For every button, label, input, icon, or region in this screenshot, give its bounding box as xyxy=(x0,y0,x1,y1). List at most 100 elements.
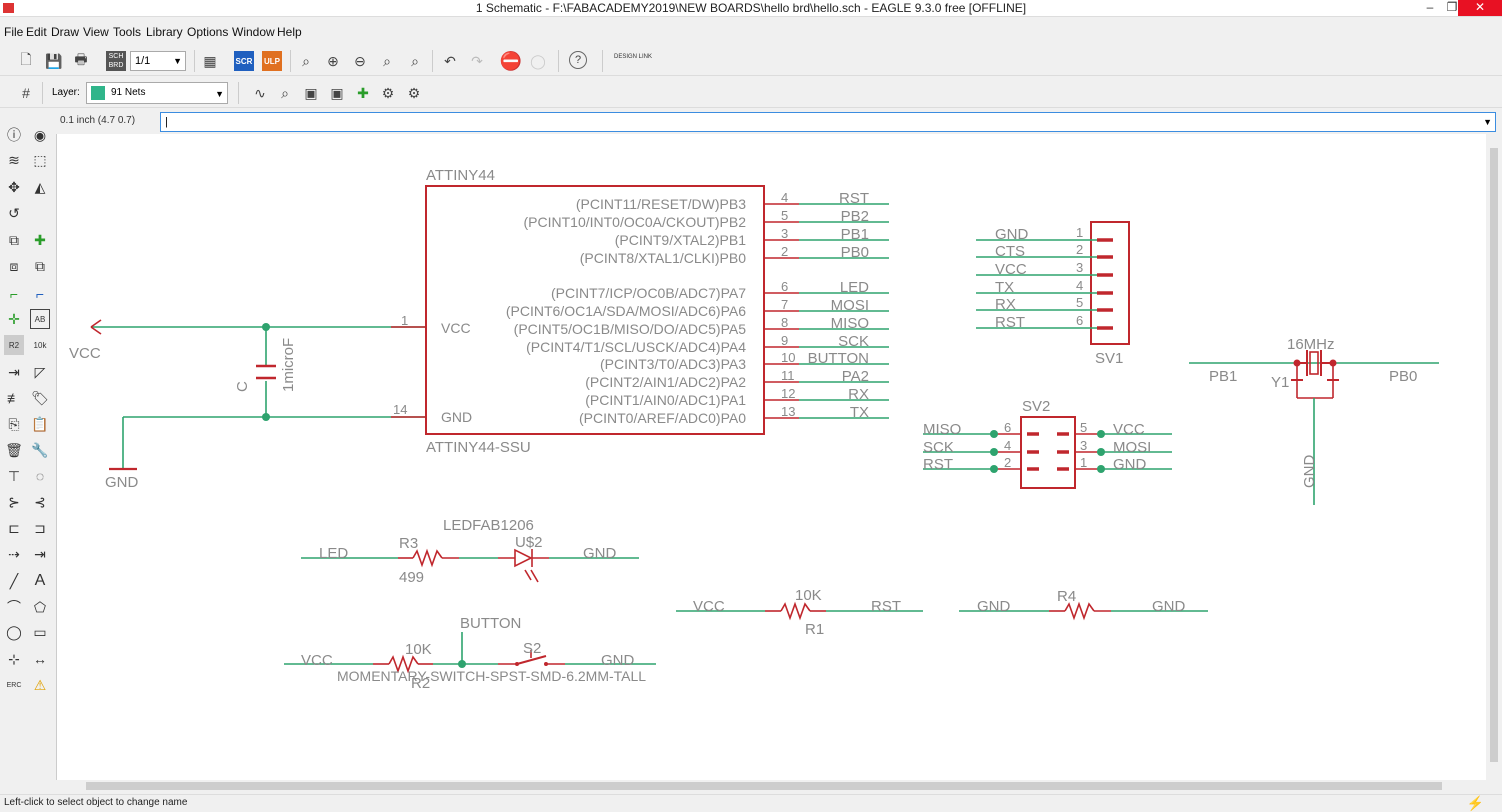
menu-view[interactable]: View xyxy=(83,25,109,39)
horizontal-scroll-thumb[interactable] xyxy=(86,782,1442,790)
add-part-icon[interactable]: ✚ xyxy=(353,83,373,103)
command-line-input[interactable]: | ▼ xyxy=(160,112,1496,132)
smash-icon[interactable]: ◸ xyxy=(30,362,50,382)
text-icon[interactable]: A xyxy=(30,571,50,591)
info-icon[interactable]: ⓘ xyxy=(4,125,24,145)
paint-roller-icon[interactable]: ⊤ xyxy=(4,466,24,486)
menu-draw[interactable]: Draw xyxy=(51,25,79,39)
attiny-pin-num: 12 xyxy=(781,386,795,401)
r1-resistor[interactable] xyxy=(780,601,811,621)
connect-icon[interactable]: ⇥ xyxy=(30,544,50,564)
replace-icon[interactable]: ⧉ xyxy=(30,256,50,276)
vertical-scroll-thumb[interactable] xyxy=(1490,148,1498,762)
button-row-right-net: GND xyxy=(601,652,635,669)
sch-brd-switch-button[interactable]: SCH BRD xyxy=(106,51,126,71)
stop-icon[interactable]: ⛔ xyxy=(500,51,522,71)
menu-library[interactable]: Library xyxy=(146,25,183,39)
print-icon[interactable]: 🖶 xyxy=(71,51,91,71)
sheet-combo[interactable]: 1/1 ▼ xyxy=(130,51,186,71)
menu-help[interactable]: Help xyxy=(277,25,302,39)
layer-combo[interactable]: 91 Nets ▼ xyxy=(86,82,228,104)
slice-icon[interactable]: ⇢ xyxy=(4,544,24,564)
led-diode[interactable] xyxy=(514,548,533,568)
select-rect-icon[interactable]: ⬚ xyxy=(30,150,50,170)
settings-gear-icon[interactable]: ⚙ xyxy=(378,83,398,103)
design-link-button[interactable]: DESIGN LINK xyxy=(614,54,654,61)
wire-style-icon[interactable]: ∿ xyxy=(250,83,270,103)
attribute-tag-icon[interactable]: 🏷 xyxy=(30,388,50,408)
copy-icon[interactable]: ⎘ xyxy=(4,414,24,434)
redo-icon[interactable]: ↷ xyxy=(467,51,487,71)
change-wrench-icon[interactable]: 🔧 xyxy=(30,440,50,460)
value-button[interactable]: 10k xyxy=(30,335,50,355)
paste-icon[interactable]: 📋 xyxy=(30,414,50,434)
move-icon[interactable]: ✥ xyxy=(4,177,24,197)
horizontal-scrollbar[interactable] xyxy=(56,780,1486,792)
script-button[interactable]: SCR xyxy=(234,51,254,71)
miter-icon[interactable]: ⊱ xyxy=(4,492,24,512)
add-icon[interactable]: ✚ xyxy=(30,230,50,250)
menu-window[interactable]: Window xyxy=(232,25,275,39)
magnify-icon[interactable]: ⌕ xyxy=(275,83,295,103)
layer-toolbar: # Layer: 91 Nets ▼ ∿ ⌕ ▣ ▣ ✚ ⚙ ⚙ xyxy=(0,78,1502,108)
group-move-icon[interactable]: ▣ xyxy=(327,83,347,103)
r4-resistor[interactable] xyxy=(1064,601,1095,621)
menu-edit[interactable]: Edit xyxy=(26,25,47,39)
rectangle-icon[interactable]: ▭ xyxy=(30,622,50,642)
copy-part-icon[interactable]: ⧉ xyxy=(4,230,24,250)
attiny-pin-net: BUTTON xyxy=(808,350,869,367)
mark-icon[interactable]: ⊹ xyxy=(4,649,24,669)
zoom-select-icon[interactable]: ⌕ xyxy=(405,51,425,71)
warning-icon[interactable]: ⚠ xyxy=(30,675,50,695)
attiny-name: ATTINY44 xyxy=(426,167,495,184)
button-net: BUTTON xyxy=(460,615,521,632)
help-button[interactable]: ? xyxy=(569,51,587,69)
settings-gear-2-icon[interactable]: ⚙ xyxy=(404,83,424,103)
menu-file[interactable]: File xyxy=(4,25,23,39)
net-icon[interactable]: ⌐ xyxy=(4,284,24,304)
route-icon[interactable]: ⊐ xyxy=(30,518,50,538)
split-wire-icon[interactable]: ⊰ xyxy=(30,492,50,512)
cam-processor-icon[interactable]: ▦ xyxy=(200,51,220,71)
pin-swap-icon[interactable]: ⇥ xyxy=(4,362,24,382)
line-icon[interactable]: ╱ xyxy=(4,571,24,591)
menu-tools[interactable]: Tools xyxy=(113,25,141,39)
zoom-last-icon[interactable]: ⌕ xyxy=(377,51,397,71)
grid-icon[interactable]: # xyxy=(16,83,36,103)
schematic-canvas[interactable]: ATTINY44 ATTINY44-SSU VCC 1 GND 14 VCC G… xyxy=(56,134,1486,780)
erc-button[interactable]: ERC xyxy=(4,675,24,695)
vertical-scrollbar[interactable] xyxy=(1486,134,1502,792)
rotate-icon[interactable]: ↺ xyxy=(4,203,24,223)
circle-icon[interactable]: ◯ xyxy=(4,622,24,642)
close-button[interactable]: ✕ xyxy=(1458,0,1502,16)
layer-label: Layer: xyxy=(52,87,80,98)
delete-icon[interactable]: 🗑 xyxy=(4,440,24,460)
name-button[interactable]: R2 xyxy=(4,335,24,355)
mirror-icon[interactable]: ◭ xyxy=(30,177,50,197)
label-button[interactable]: AB xyxy=(30,309,50,329)
save-icon[interactable]: 💾 xyxy=(44,51,64,71)
zoom-fit-icon[interactable]: ⌕ xyxy=(296,51,316,71)
ulp-button[interactable]: ULP xyxy=(262,51,282,71)
bus-icon[interactable]: ⌐ xyxy=(30,284,50,304)
optimize-icon[interactable]: ◌ xyxy=(30,466,50,486)
dimension-icon[interactable]: ↔ xyxy=(30,649,50,669)
window-title: 1 Schematic - F:\FABACADEMY2019\NEW BOAR… xyxy=(475,1,1027,15)
zoom-in-icon[interactable]: ⊕ xyxy=(323,51,343,71)
arc-icon[interactable]: ⌒ xyxy=(4,597,24,617)
polygon-icon[interactable]: ⬠ xyxy=(30,597,50,617)
zoom-out-icon[interactable]: ⊖ xyxy=(350,51,370,71)
group-icon[interactable]: ▣ xyxy=(301,83,321,103)
gate-swap-icon[interactable]: ≢ xyxy=(4,388,24,408)
split-icon[interactable]: ⧈ xyxy=(4,256,24,276)
layers-icon[interactable]: ≋ xyxy=(4,150,24,170)
menu-options[interactable]: Options xyxy=(187,25,228,39)
go-icon[interactable]: ◯ xyxy=(528,51,548,71)
show-icon[interactable]: ◉ xyxy=(30,125,50,145)
r3-resistor[interactable] xyxy=(412,548,443,568)
junction-icon[interactable]: ✛ xyxy=(4,309,24,329)
new-file-icon[interactable]: 🗋 xyxy=(16,51,36,71)
sv1-pin-num: 4 xyxy=(1076,278,1083,293)
ripup-icon[interactable]: ⊏ xyxy=(4,518,24,538)
undo-icon[interactable]: ↶ xyxy=(440,51,460,71)
